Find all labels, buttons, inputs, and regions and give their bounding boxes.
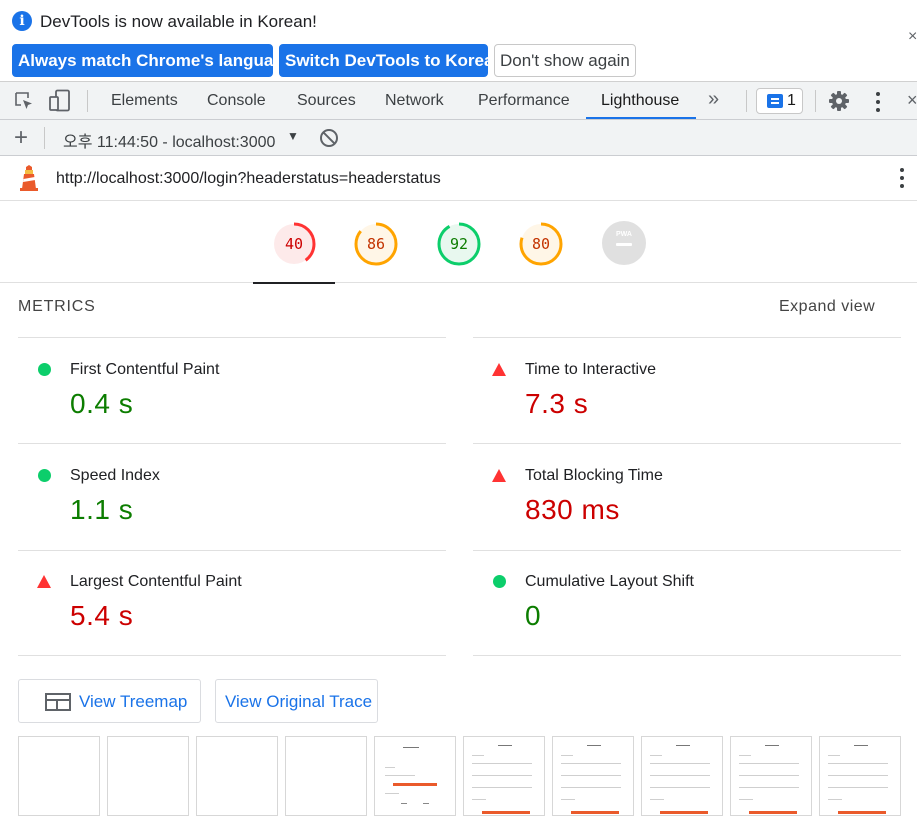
tab-console[interactable]: Console (207, 92, 266, 110)
divider (18, 655, 446, 656)
report-url: http://localhost:3000/login?headerstatus… (56, 170, 441, 187)
seo-gauge[interactable]: 80 (518, 221, 564, 267)
view-trace-label: View Original Trace (225, 692, 373, 711)
metric-value: 7.3 s (525, 388, 589, 419)
filmstrip-frame (552, 736, 634, 816)
filmstrip-frame (641, 736, 723, 816)
tab-sources[interactable]: Sources (297, 92, 356, 110)
view-original-trace-button[interactable]: View Original Trace (215, 679, 378, 723)
filmstrip-frame (819, 736, 901, 816)
metric-time-to-interactive: Time to Interactive 7.3 s (473, 338, 901, 444)
infobar-message: DevTools is now available in Korean! (40, 12, 317, 31)
filmstrip-frame (285, 736, 367, 816)
metric-first-contentful-paint: First Contentful Paint 0.4 s (18, 338, 446, 444)
metric-speed-index: Speed Index 1.1 s (18, 444, 446, 550)
pwa-dash-icon (616, 243, 632, 246)
pwa-label: PWA (616, 231, 632, 238)
metric-value: 0.4 s (70, 388, 134, 419)
language-infobar: i DevTools is now available in Korean! ×… (0, 0, 917, 82)
report-menu-icon[interactable] (900, 168, 905, 192)
metric-label: Largest Contentful Paint (70, 573, 242, 590)
tab-elements[interactable]: Elements (111, 92, 178, 110)
expand-view-toggle[interactable]: Expand view (779, 298, 875, 316)
accessibility-score: 86 (366, 235, 386, 253)
tab-network[interactable]: Network (385, 92, 444, 110)
inspect-element-icon[interactable] (14, 91, 34, 111)
metric-total-blocking-time: Total Blocking Time 830 ms (473, 444, 901, 550)
pass-circle-icon (38, 363, 51, 376)
divider (87, 90, 88, 112)
report-url-bar: http://localhost:3000/login?headerstatus… (0, 157, 917, 201)
metric-value: 830 ms (525, 494, 620, 525)
divider (473, 655, 901, 656)
metric-label: Cumulative Layout Shift (525, 573, 694, 590)
metrics-heading: METRICS (18, 298, 96, 315)
filmstrip-frame (196, 736, 278, 816)
chevron-down-icon[interactable]: ▼ (287, 129, 299, 143)
lighthouse-logo-icon (20, 165, 38, 191)
score-gauges: 40 86 92 80 PWA (0, 201, 917, 284)
message-icon (767, 94, 783, 108)
match-language-button[interactable]: Always match Chrome's language (12, 44, 293, 77)
divider (746, 90, 747, 112)
filmstrip-frame (18, 736, 100, 816)
clear-reports-icon[interactable] (320, 129, 338, 147)
dont-show-again-button[interactable]: Don't show again (494, 44, 636, 77)
metric-largest-contentful-paint: Largest Contentful Paint 5.4 s (18, 550, 446, 656)
fail-triangle-icon (492, 469, 506, 482)
pwa-badge[interactable]: PWA (602, 221, 646, 265)
metric-label: Total Blocking Time (525, 467, 663, 484)
metric-value: 0 (525, 600, 542, 631)
filmstrip-frame (374, 736, 456, 816)
settings-gear-icon[interactable] (828, 90, 850, 112)
fail-triangle-icon (37, 575, 51, 588)
device-toolbar-icon[interactable] (49, 89, 71, 113)
metric-value: 1.1 s (70, 494, 134, 525)
customize-menu-icon[interactable] (876, 92, 881, 116)
selected-gauge-indicator (253, 282, 335, 284)
performance-gauge[interactable]: 40 (271, 221, 317, 267)
pass-circle-icon (493, 575, 506, 588)
filmstrip-frame (107, 736, 189, 816)
info-icon: i (12, 11, 32, 31)
more-tabs-icon[interactable]: » (708, 88, 719, 111)
lighthouse-toolbar: + 오후 11:44:50 - localhost:3000 ▼ (0, 120, 917, 156)
metric-label: Time to Interactive (525, 361, 657, 378)
seo-score: 80 (531, 235, 551, 253)
new-report-icon[interactable]: + (14, 124, 28, 152)
issues-count: 1 (787, 92, 796, 109)
issues-badge[interactable]: 1 (756, 88, 803, 114)
switch-to-korean-button[interactable]: Switch DevTools to Korean (279, 44, 504, 77)
metric-label: Speed Index (70, 467, 160, 484)
treemap-icon (45, 693, 71, 711)
filmstrip-frame (463, 736, 545, 816)
best-practices-gauge[interactable]: 92 (436, 221, 482, 267)
metric-label: First Contentful Paint (70, 361, 220, 378)
metric-value: 5.4 s (70, 600, 134, 631)
accessibility-gauge[interactable]: 86 (353, 221, 399, 267)
fail-triangle-icon (492, 363, 506, 376)
view-treemap-label: View Treemap (79, 692, 188, 711)
metric-cumulative-layout-shift: Cumulative Layout Shift 0 (473, 550, 901, 656)
divider (815, 90, 816, 112)
active-tab-indicator (586, 117, 696, 119)
filmstrip-frame (730, 736, 812, 816)
tab-lighthouse[interactable]: Lighthouse (601, 92, 679, 110)
report-session-select[interactable]: 오후 11:44:50 - localhost:3000 (63, 128, 275, 152)
devtools-tabbar: Elements Console Sources Network Perform… (0, 82, 917, 120)
pass-circle-icon (38, 469, 51, 482)
close-icon[interactable]: × (908, 28, 917, 46)
divider (44, 127, 45, 149)
view-treemap-button[interactable]: View Treemap (18, 679, 201, 723)
best-practices-score: 92 (449, 235, 469, 253)
tab-performance[interactable]: Performance (478, 92, 570, 110)
close-devtools-icon[interactable]: × (907, 90, 917, 111)
performance-score: 40 (284, 235, 304, 253)
